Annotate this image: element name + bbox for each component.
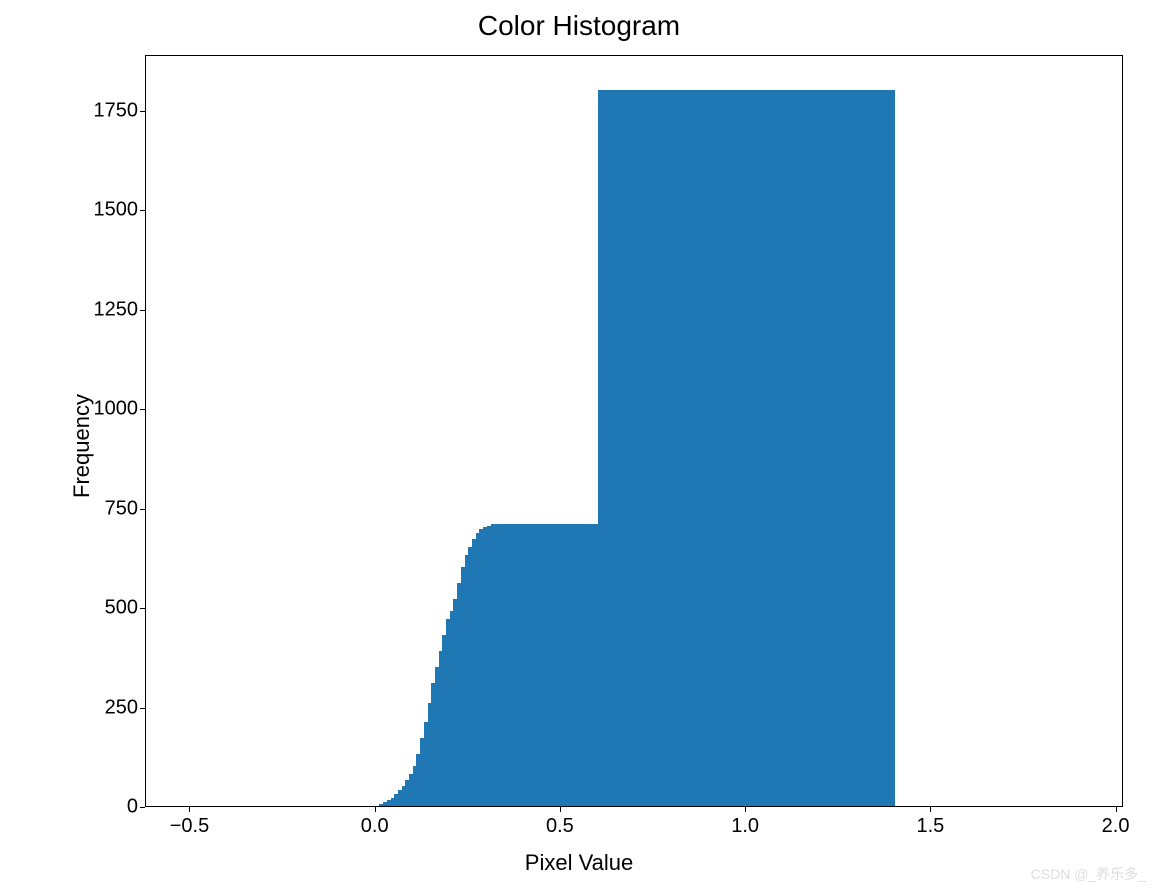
x-tick-mark: [1116, 807, 1117, 812]
watermark: CSDN @_养乐多_: [1031, 864, 1146, 884]
x-tick-label: 1.0: [731, 815, 759, 838]
x-tick-mark: [189, 807, 190, 812]
y-tick-mark: [140, 509, 145, 510]
y-tick-label: 1750: [78, 99, 138, 122]
y-tick-label: 0: [78, 796, 138, 819]
y-tick-label: 1250: [78, 298, 138, 321]
x-tick-label: 0.0: [361, 815, 389, 838]
x-tick-label: 2.0: [1102, 815, 1130, 838]
x-tick-mark: [930, 807, 931, 812]
histogram-chart: Color Histogram Frequency Pixel Value CS…: [0, 0, 1158, 892]
y-tick-mark: [140, 310, 145, 311]
y-tick-label: 1500: [78, 199, 138, 222]
y-tick-mark: [140, 807, 145, 808]
chart-title: Color Histogram: [0, 10, 1158, 42]
x-tick-mark: [375, 807, 376, 812]
y-tick-mark: [140, 409, 145, 410]
x-axis-label: Pixel Value: [0, 850, 1158, 876]
y-tick-label: 500: [78, 597, 138, 620]
y-tick-label: 750: [78, 497, 138, 520]
x-tick-mark: [745, 807, 746, 812]
plot-area: [145, 55, 1123, 807]
y-tick-label: 250: [78, 696, 138, 719]
x-tick-label: −0.5: [170, 815, 209, 838]
y-tick-label: 1000: [78, 398, 138, 421]
x-tick-label: 0.5: [546, 815, 574, 838]
y-tick-mark: [140, 111, 145, 112]
y-tick-mark: [140, 608, 145, 609]
y-tick-mark: [140, 708, 145, 709]
histogram-bar: [891, 90, 895, 806]
x-tick-mark: [560, 807, 561, 812]
x-tick-label: 1.5: [916, 815, 944, 838]
y-tick-mark: [140, 210, 145, 211]
